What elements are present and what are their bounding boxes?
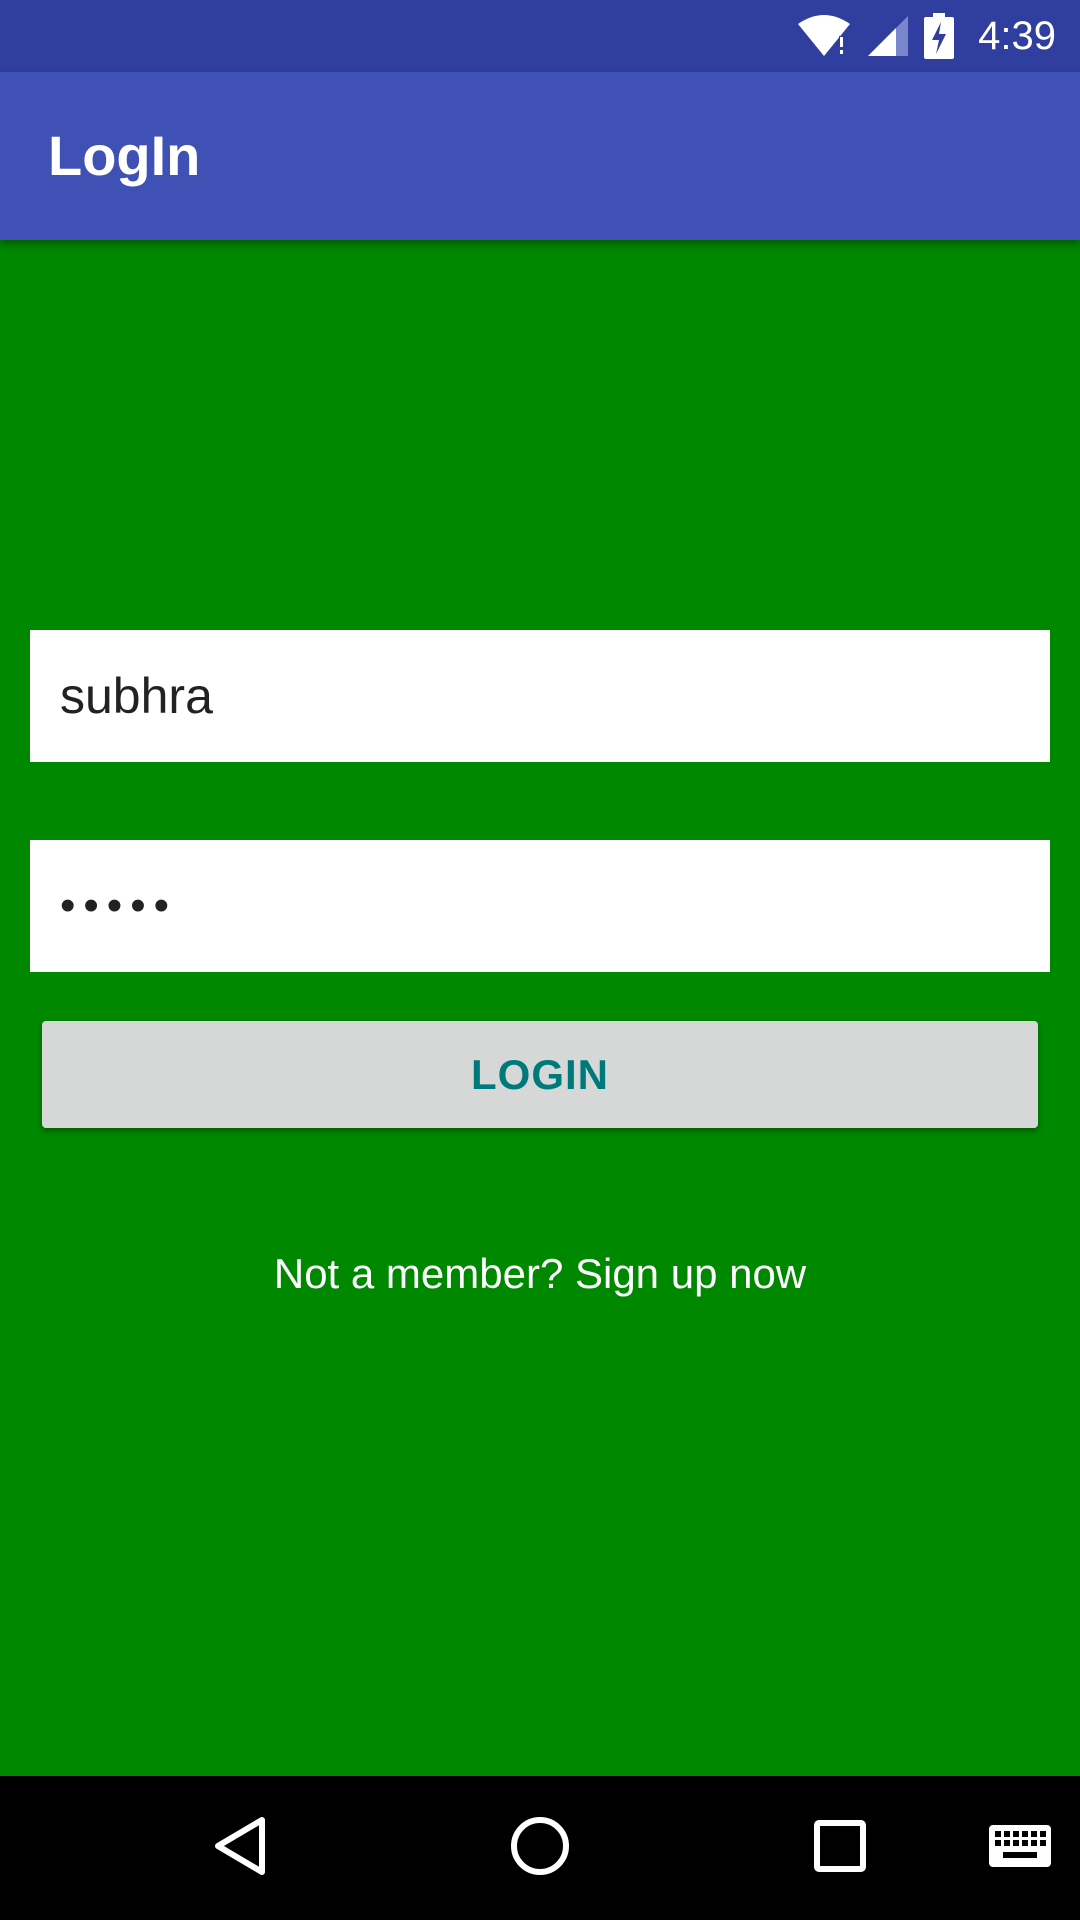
cell-signal-icon [866, 14, 910, 58]
back-button[interactable] [200, 1776, 280, 1920]
username-field-container [30, 630, 1050, 762]
password-field-container [30, 840, 1050, 972]
app-bar: LogIn [0, 72, 1080, 240]
username-field[interactable] [60, 630, 1050, 762]
status-bar: 4:39 [0, 0, 1080, 72]
recents-button[interactable] [800, 1776, 880, 1920]
login-screen: 4:39 LogIn LOGIN Not a member? Sign up n… [0, 0, 1080, 1920]
wifi-icon [796, 14, 852, 58]
back-icon [212, 1816, 268, 1881]
signup-link[interactable]: Not a member? Sign up now [0, 1250, 1080, 1298]
status-time: 4:39 [978, 13, 1056, 58]
keyboard-button[interactable] [985, 1776, 1055, 1920]
password-field[interactable] [60, 840, 1050, 972]
login-button[interactable]: LOGIN [42, 1021, 1038, 1128]
home-icon [510, 1816, 570, 1881]
recents-icon [813, 1819, 867, 1878]
status-icons: 4:39 [796, 0, 1056, 72]
navigation-bar [0, 1776, 1080, 1920]
battery-charging-icon [924, 13, 955, 59]
app-title: LogIn [48, 124, 201, 187]
home-button[interactable] [500, 1776, 580, 1920]
keyboard-icon [989, 1824, 1051, 1872]
